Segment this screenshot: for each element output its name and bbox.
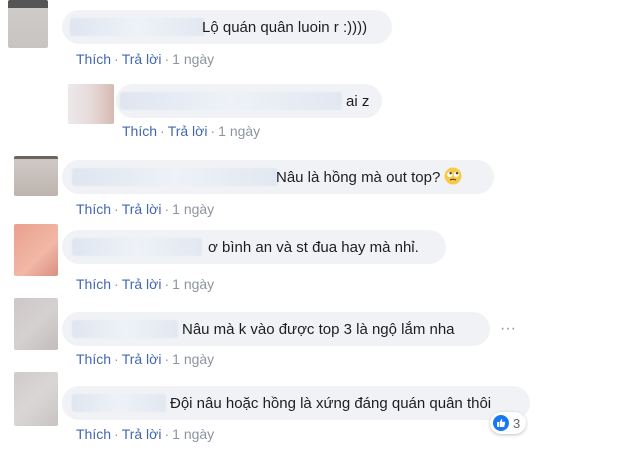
comment-timestamp[interactable]: 1 ngày	[218, 123, 260, 139]
comment-actions: Thích · Trả lời · 1 ngày	[122, 123, 261, 139]
comment-actions: Thích · Trả lời · 1 ngày	[76, 351, 215, 367]
redacted-username	[72, 238, 202, 256]
comment-bubble: ai z	[116, 84, 382, 118]
more-options-icon[interactable]: ···	[500, 321, 518, 337]
like-link[interactable]: Thích	[76, 276, 111, 292]
like-link[interactable]: Thích	[76, 351, 111, 367]
avatar[interactable]	[14, 298, 58, 350]
like-icon	[493, 415, 509, 431]
comment-text: ai z	[346, 93, 370, 110]
comment-actions: Thích · Trả lời · 1 ngày	[76, 201, 215, 217]
reaction-badge[interactable]: 3	[490, 412, 527, 434]
like-link[interactable]: Thích	[76, 426, 111, 442]
like-link[interactable]: Thích	[76, 201, 111, 217]
redacted-username	[72, 168, 278, 186]
comment-actions: Thích · Trả lời · 1 ngày	[76, 276, 215, 292]
comment-text: Nâu mà k vào được top 3 là ngộ lắm nha	[182, 321, 455, 338]
comment-bubble: Nâu là hồng mà out top?	[62, 160, 494, 194]
comment-timestamp[interactable]: 1 ngày	[172, 201, 214, 217]
comment-timestamp[interactable]: 1 ngày	[172, 351, 214, 367]
redacted-username	[72, 320, 178, 338]
comment-text: Lộ quán quân luoin r :))))	[202, 19, 368, 36]
comment-actions: Thích · Trả lời · 1 ngày	[76, 426, 215, 442]
comment-timestamp[interactable]: 1 ngày	[172, 276, 214, 292]
comment-timestamp[interactable]: 1 ngày	[172, 426, 214, 442]
comment-bubble: ơ bình an và st đua hay mà nhỉ.	[62, 230, 446, 264]
comment-bubble: Lộ quán quân luoin r :))))	[62, 10, 392, 44]
comment-bubble: Nâu mà k vào được top 3 là ngộ lắm nha	[62, 312, 490, 346]
avatar[interactable]	[14, 156, 58, 196]
reply-link[interactable]: Trả lời	[122, 276, 162, 292]
rolling-eyes-emoji-icon	[444, 167, 462, 185]
comment-actions: Thích · Trả lời · 1 ngày	[76, 51, 215, 67]
reply-link[interactable]: Trả lời	[122, 351, 162, 367]
reply-link[interactable]: Trả lời	[168, 123, 208, 139]
comment-text: Nâu là hồng mà out top?	[276, 167, 462, 187]
avatar[interactable]	[14, 224, 58, 276]
like-link[interactable]: Thích	[122, 123, 157, 139]
avatar[interactable]	[14, 372, 58, 426]
reaction-count: 3	[513, 415, 521, 431]
reply-link[interactable]: Trả lời	[122, 51, 162, 67]
comment-text: ơ bình an và st đua hay mà nhỉ.	[208, 239, 419, 256]
comment-timestamp[interactable]: 1 ngày	[172, 51, 214, 67]
reply-link[interactable]: Trả lời	[122, 201, 162, 217]
comment-text: Đội nâu hoặc hồng là xứng đáng quán quân…	[170, 395, 492, 412]
like-link[interactable]: Thích	[76, 51, 111, 67]
comment-bubble: Đội nâu hoặc hồng là xứng đáng quán quân…	[62, 386, 530, 420]
redacted-username	[72, 394, 166, 412]
avatar[interactable]	[68, 84, 114, 124]
redacted-username	[120, 92, 342, 110]
reply-link[interactable]: Trả lời	[122, 426, 162, 442]
avatar[interactable]	[8, 0, 48, 48]
redacted-username	[70, 18, 205, 36]
